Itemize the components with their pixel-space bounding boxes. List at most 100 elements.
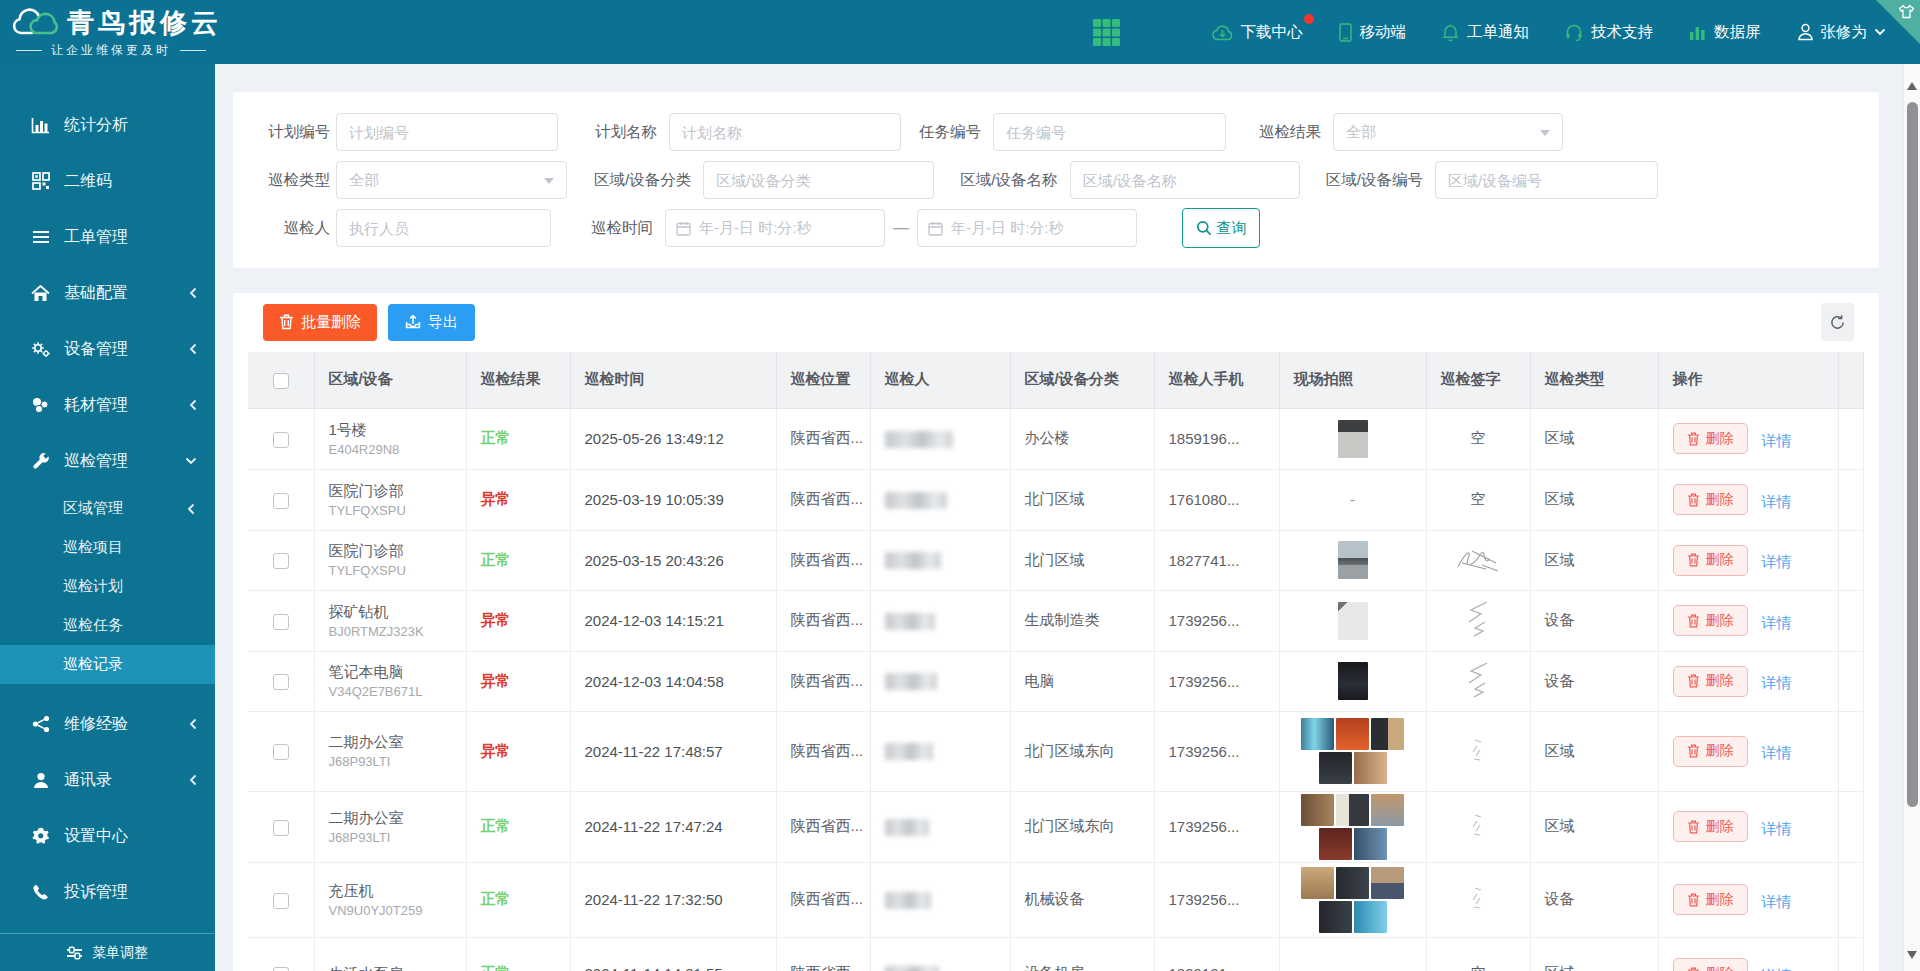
filter-input-plan-name[interactable]	[669, 113, 901, 151]
sidebar-item-device[interactable]: 设备管理	[0, 321, 215, 377]
delete-button[interactable]: 删除	[1673, 484, 1748, 515]
detail-link[interactable]: 详情	[1762, 432, 1792, 449]
detail-link[interactable]: 详情	[1762, 744, 1792, 761]
spacer-cell	[1838, 590, 1863, 651]
filter-input-plan-no[interactable]	[336, 113, 558, 151]
filter-select-result[interactable]: 全部	[1333, 113, 1563, 151]
photo-thumbnail[interactable]	[1336, 718, 1369, 750]
row-checkbox[interactable]	[273, 432, 289, 448]
sidebar-item-stats[interactable]: 统计分析	[0, 97, 215, 153]
header-item-notice[interactable]: 工单通知	[1442, 22, 1529, 43]
filter-date-end[interactable]: 年-月-日 时:分:秒	[917, 209, 1137, 247]
photo-thumbnail[interactable]	[1301, 794, 1334, 826]
photo-thumbnail[interactable]	[1338, 420, 1368, 458]
sidebar-item-workorder[interactable]: 工单管理	[0, 209, 215, 265]
sidebar-item-contacts[interactable]: 通讯录	[0, 752, 215, 808]
photo-thumbnail[interactable]	[1319, 752, 1352, 784]
sidebar-item-label: 设置中心	[64, 826, 128, 847]
sidebar-item-material[interactable]: 耗材管理	[0, 377, 215, 433]
sidebar-item-qrcode[interactable]: 二维码	[0, 153, 215, 209]
photo-thumbnail[interactable]	[1338, 541, 1368, 579]
filter-input-devname[interactable]	[1070, 161, 1300, 199]
row-checkbox[interactable]	[273, 967, 289, 971]
photo-thumbnail[interactable]	[1338, 602, 1368, 640]
shirt-icon[interactable]	[1898, 4, 1915, 19]
photo-thumbnail[interactable]	[1354, 828, 1387, 860]
sidebar-item-inspect[interactable]: 巡检管理	[0, 433, 215, 489]
photo-thumbnail[interactable]	[1336, 794, 1369, 826]
row-checkbox[interactable]	[273, 614, 289, 630]
header-item-download[interactable]: 下载中心	[1212, 22, 1303, 43]
op-cell: 删除详情	[1658, 791, 1838, 862]
photo-thumbnail[interactable]	[1319, 828, 1352, 860]
sidebar-item-menu-adjust[interactable]: 菜单调整	[0, 933, 215, 971]
photo-thumbnail[interactable]	[1301, 867, 1334, 899]
photo-thumbnails	[1289, 865, 1417, 935]
filter-input-cat[interactable]	[703, 161, 934, 199]
refresh-button[interactable]	[1821, 303, 1854, 341]
detail-link[interactable]: 详情	[1762, 967, 1792, 971]
photo-thumbnail[interactable]	[1371, 867, 1404, 899]
sidebar-subitem-plan[interactable]: 巡检计划	[0, 567, 215, 606]
sidebar-item-experience[interactable]: 维修经验	[0, 696, 215, 752]
row-checkbox[interactable]	[273, 553, 289, 569]
sidebar-item-label: 维修经验	[64, 714, 128, 735]
filter-input-task-no[interactable]	[993, 113, 1226, 151]
photo-thumbnail[interactable]	[1301, 718, 1334, 750]
sidebar-subitem-task[interactable]: 巡检任务	[0, 606, 215, 645]
photo-thumbnail[interactable]	[1338, 662, 1368, 700]
filter-input-person[interactable]	[336, 209, 551, 247]
delete-button[interactable]: 删除	[1673, 423, 1748, 454]
detail-link[interactable]: 详情	[1762, 674, 1792, 691]
delete-button[interactable]: 删除	[1673, 958, 1748, 971]
sidebar-item-complaint[interactable]: 投诉管理	[0, 864, 215, 920]
delete-button[interactable]: 删除	[1673, 736, 1748, 767]
delete-button[interactable]: 删除	[1673, 605, 1748, 636]
header-item-support[interactable]: 技术支持	[1565, 22, 1653, 43]
trash-icon	[1687, 893, 1700, 907]
photo-thumbnail[interactable]	[1371, 794, 1404, 826]
sidebar-subitem-item[interactable]: 巡检项目	[0, 528, 215, 567]
select-all-checkbox[interactable]	[273, 373, 289, 389]
user-menu[interactable]: 张修为	[1797, 22, 1887, 43]
detail-link[interactable]: 详情	[1762, 820, 1792, 837]
row-checkbox[interactable]	[273, 893, 289, 909]
row-checkbox[interactable]	[273, 674, 289, 690]
apps-grid-icon[interactable]	[1093, 19, 1120, 46]
scrollbar-up-arrow[interactable]	[1907, 82, 1917, 90]
photo-thumbnail[interactable]	[1336, 867, 1369, 899]
delete-button[interactable]: 删除	[1673, 666, 1748, 697]
table-row: 医院门诊部TYLFQXSPU异常2025-03-19 10:05:39陕西省西.…	[248, 469, 1863, 530]
batch-delete-button[interactable]: 批量删除	[263, 304, 377, 341]
bell-icon	[1442, 23, 1459, 42]
delete-button[interactable]: 删除	[1673, 884, 1748, 915]
filter-select-type[interactable]: 全部	[336, 161, 567, 199]
detail-link[interactable]: 详情	[1762, 614, 1792, 631]
photo-thumbnail[interactable]	[1354, 901, 1387, 933]
detail-link[interactable]: 详情	[1762, 493, 1792, 510]
sidebar-submenu: 区域管理巡检项目巡检计划巡检任务巡检记录	[0, 489, 215, 684]
sidebar-subitem-area[interactable]: 区域管理	[0, 489, 215, 528]
row-checkbox[interactable]	[273, 820, 289, 836]
sidebar-item-settings[interactable]: 设置中心	[0, 808, 215, 864]
scrollbar-thumb[interactable]	[1907, 102, 1918, 807]
page-scrollbar[interactable]	[1903, 64, 1920, 971]
header-item-mobile[interactable]: 移动端	[1339, 22, 1407, 43]
detail-link[interactable]: 详情	[1762, 553, 1792, 570]
photo-thumbnail[interactable]	[1371, 718, 1404, 750]
export-button[interactable]: 导出	[388, 304, 475, 341]
photo-thumbnail[interactable]	[1319, 901, 1352, 933]
detail-link[interactable]: 详情	[1762, 893, 1792, 910]
delete-button[interactable]: 删除	[1673, 811, 1748, 842]
search-button[interactable]: 查询	[1182, 208, 1260, 248]
photo-thumbnail[interactable]	[1354, 752, 1387, 784]
row-checkbox[interactable]	[273, 744, 289, 760]
scrollbar-down-arrow[interactable]	[1907, 951, 1917, 959]
header-item-datascreen[interactable]: 数据屏	[1689, 22, 1761, 43]
row-checkbox[interactable]	[273, 493, 289, 509]
delete-button[interactable]: 删除	[1673, 545, 1748, 576]
filter-date-start[interactable]: 年-月-日 时:分:秒	[665, 209, 885, 247]
sidebar-item-baseconfig[interactable]: 基础配置	[0, 265, 215, 321]
filter-input-devno[interactable]	[1435, 161, 1658, 199]
sidebar-subitem-record[interactable]: 巡检记录	[0, 645, 215, 684]
